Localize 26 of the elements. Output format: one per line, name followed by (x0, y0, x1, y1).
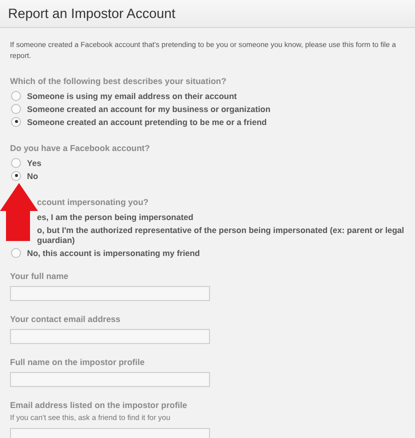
option-label: Yes (27, 158, 42, 168)
text-field[interactable] (10, 329, 210, 344)
field-label: Email address listed on the impostor profile (10, 400, 188, 410)
arrow-icon (0, 183, 38, 241)
text-field[interactable] (10, 372, 210, 387)
radio-button[interactable] (11, 170, 21, 180)
text-field[interactable] (10, 286, 210, 301)
option-label: Someone created an account pretending to be me or a friend (27, 116, 267, 126)
question-label: Which of the following best describes your situation? (10, 76, 226, 86)
field-label: Your full name (10, 271, 68, 281)
radio-button[interactable] (11, 158, 21, 168)
option-label: No, this account is impersonating my friend (27, 248, 200, 258)
radio-button[interactable] (11, 116, 21, 126)
question-label: ccount impersonating you? (37, 197, 148, 207)
page-title: Report an Impostor Account (8, 6, 176, 21)
field-label: Your contact email address (10, 314, 120, 324)
radio-button[interactable] (11, 90, 21, 100)
radio-button[interactable] (11, 248, 21, 258)
question-label: Do you have a Facebook account? (10, 143, 150, 153)
field-label: Full name on the impostor profile (10, 357, 145, 367)
radio-button[interactable] (11, 104, 21, 114)
option-label: No (27, 170, 38, 180)
option-label: Someone is using my email address on their account (27, 90, 237, 100)
option-label: o, but I'm the authorized representative of the person being impersonated (ex: parent or legal guardian) (37, 224, 405, 244)
option-label: Someone created an account for my business or organization (27, 104, 270, 114)
option-label: es, I am the person being impersonated (37, 212, 194, 222)
